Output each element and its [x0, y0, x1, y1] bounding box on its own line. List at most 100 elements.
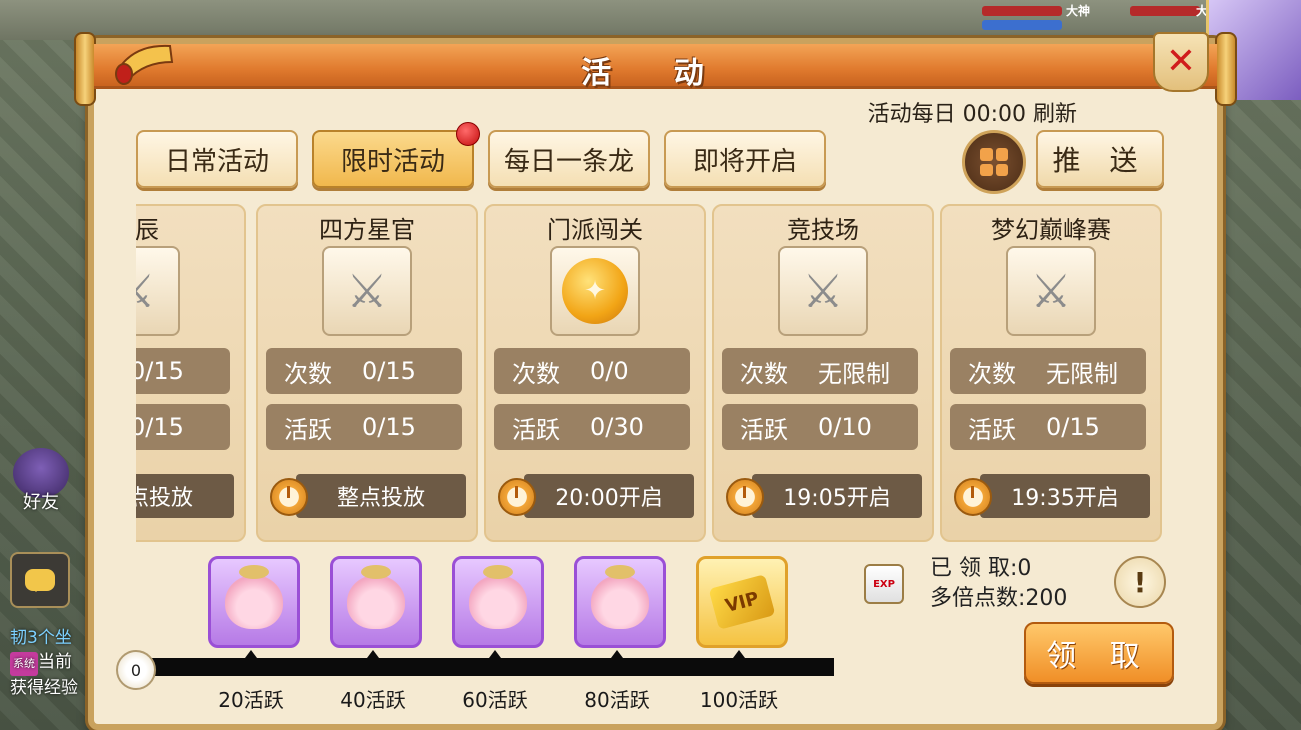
milestone-label: 100活跃: [699, 688, 779, 712]
friend-button[interactable]: 好友: [10, 448, 72, 518]
progress-tick: [245, 650, 257, 658]
reward-chest-100[interactable]: VIP: [696, 556, 788, 648]
activity-stat: 活跃 0/30: [494, 404, 690, 450]
pet-hp-bar: [1130, 6, 1200, 16]
count-stat: 次数 0/15: [266, 348, 462, 394]
milestone-label: 80活跃: [584, 688, 650, 712]
push-label: 推 送: [1052, 144, 1148, 177]
timer-text: 整点投放: [136, 474, 234, 518]
stat-value: 0/30: [590, 413, 644, 441]
reward-chest-60[interactable]: [452, 556, 544, 648]
count-stat: 次数 无限制: [722, 348, 918, 394]
mp-bar: [982, 20, 1062, 30]
milestone-label: 20活跃: [218, 688, 284, 712]
stat-value: 无限制: [1046, 359, 1118, 388]
card-icon-frame: ⚔: [778, 246, 868, 336]
system-tag: 系统: [10, 652, 38, 676]
player-name: 大神: [1066, 4, 1091, 18]
clock-icon: [954, 478, 992, 516]
refresh-note: 活动每日 00:00 刷新: [867, 102, 1077, 127]
chat-line: 当前: [38, 652, 72, 672]
card-title: 四方星官: [319, 216, 415, 244]
activity-card[interactable]: 竞技场 ⚔ 次数 无限制 活跃 0/10 19:05开启: [712, 204, 934, 542]
card-title: 竞技场: [787, 216, 859, 244]
timer-text: 整点投放: [296, 474, 466, 518]
sword-icon: ⚔: [802, 264, 844, 318]
count-stat: 次数 0/0: [494, 348, 690, 394]
grid-menu-button[interactable]: [962, 130, 1026, 194]
tab-upcoming[interactable]: 即将开启: [664, 130, 826, 188]
clock-icon: [270, 478, 308, 516]
tab-label: 每日一条龙: [503, 146, 634, 177]
stat-label: 次数: [512, 359, 560, 388]
stat-value: 0/15: [362, 357, 416, 385]
chat-button[interactable]: [10, 552, 70, 608]
info-button[interactable]: !: [1114, 556, 1166, 608]
timer-row: 整点投放: [270, 474, 466, 518]
tab-daily[interactable]: 日常活动: [136, 130, 298, 188]
activity-stat: 活跃 0/15: [950, 404, 1146, 450]
stat-label: 活跃: [968, 415, 1016, 444]
card-icon-frame: ✦: [550, 246, 640, 336]
friend-label: 好友: [23, 492, 59, 513]
activity-card[interactable]: 梦幻巅峰赛 ⚔ 次数 无限制 活跃 0/15 19:35开启: [940, 204, 1162, 542]
stat-value: 0/15: [362, 413, 416, 441]
pig-bag-icon: [347, 565, 405, 629]
scroll-rod-left: [74, 32, 96, 106]
claim-button[interactable]: 领 取: [1024, 622, 1174, 684]
milestone-label: 60活跃: [462, 688, 528, 712]
stat-value: 0/15: [136, 357, 184, 385]
tab-label: 即将开启: [692, 146, 797, 177]
activity-progress-bar: [134, 658, 834, 676]
sword-icon: ⚔: [136, 268, 156, 314]
progress-tick: [611, 650, 623, 658]
pig-bag-icon: [469, 565, 527, 629]
tab-limited[interactable]: 限时活动: [312, 122, 480, 188]
exclamation-icon: !: [1133, 565, 1147, 599]
vip-card-icon: VIP: [708, 574, 776, 630]
activity-stat: 活跃 0/15: [266, 404, 462, 450]
activity-panel: 活 动 ✕ 活动每日 00:00 刷新 日常活动 限时活动 每日一条龙 即将开启…: [74, 32, 1237, 730]
stat-value: 0/0: [590, 357, 629, 385]
activity-stat: 活跃 0/10: [722, 404, 918, 450]
push-button[interactable]: 推 送: [1036, 130, 1164, 188]
timer-text: 20:00开启: [524, 474, 694, 518]
pig-bag-icon: [591, 565, 649, 629]
claim-label: 领 取: [1046, 639, 1152, 674]
reward-chest-20[interactable]: [208, 556, 300, 648]
stat-label: 次数: [284, 359, 332, 388]
tab-dragon[interactable]: 每日一条龙: [488, 130, 650, 188]
activity-card[interactable]: 门派闯关 ✦ 次数 0/0 活跃 0/30 20:00开启: [484, 204, 706, 542]
pig-bag-icon: [225, 565, 283, 629]
notification-dot-icon: [456, 122, 480, 146]
close-icon: ✕: [1165, 41, 1197, 82]
timer-row: 20:00开启: [498, 474, 694, 518]
activity-card[interactable]: 元辰 ⚔ 次数0/15 活跃0/15 整点投放: [136, 204, 246, 542]
stat-value: 无限制: [818, 359, 890, 388]
scroll-rod-right: [1215, 32, 1237, 106]
stat-label: 次数: [740, 359, 788, 388]
claimed-count: 已 领 取:0: [930, 556, 1032, 581]
chat-bubble-icon: [25, 569, 55, 592]
reward-chest-40[interactable]: [330, 556, 422, 648]
stat-label: 活跃: [284, 415, 332, 444]
timer-row: 整点投放: [136, 474, 234, 518]
title-bar: 活 动: [94, 44, 1217, 91]
milestone-label: 40活跃: [340, 688, 406, 712]
tab-label: 限时活动: [340, 146, 445, 177]
activity-card-list[interactable]: 元辰 ⚔ 次数0/15 活跃0/15 整点投放 四方星官 ⚔ 次数0/15 活跃…: [136, 204, 1176, 544]
close-button[interactable]: ✕: [1153, 32, 1209, 92]
stat-label: 活跃: [740, 415, 788, 444]
stat-value: 0/15: [1046, 413, 1100, 441]
claim-info: 已 领 取:0 多倍点数:200: [930, 554, 1067, 614]
card-icon-frame: ⚔: [322, 246, 412, 336]
reward-chest-80[interactable]: [574, 556, 666, 648]
card-title: 门派闯关: [547, 216, 643, 244]
activity-card[interactable]: 四方星官 ⚔ 次数 0/15 活跃 0/15 整点投放: [256, 204, 478, 542]
activity-stat: 活跃0/15: [136, 404, 230, 450]
coin-icon: ✦: [562, 258, 628, 324]
sword-icon: ⚔: [1030, 264, 1072, 318]
card-title: 元辰: [136, 216, 159, 244]
exp-icon: EXP: [864, 564, 904, 604]
stat-value: 0/15: [136, 413, 184, 441]
